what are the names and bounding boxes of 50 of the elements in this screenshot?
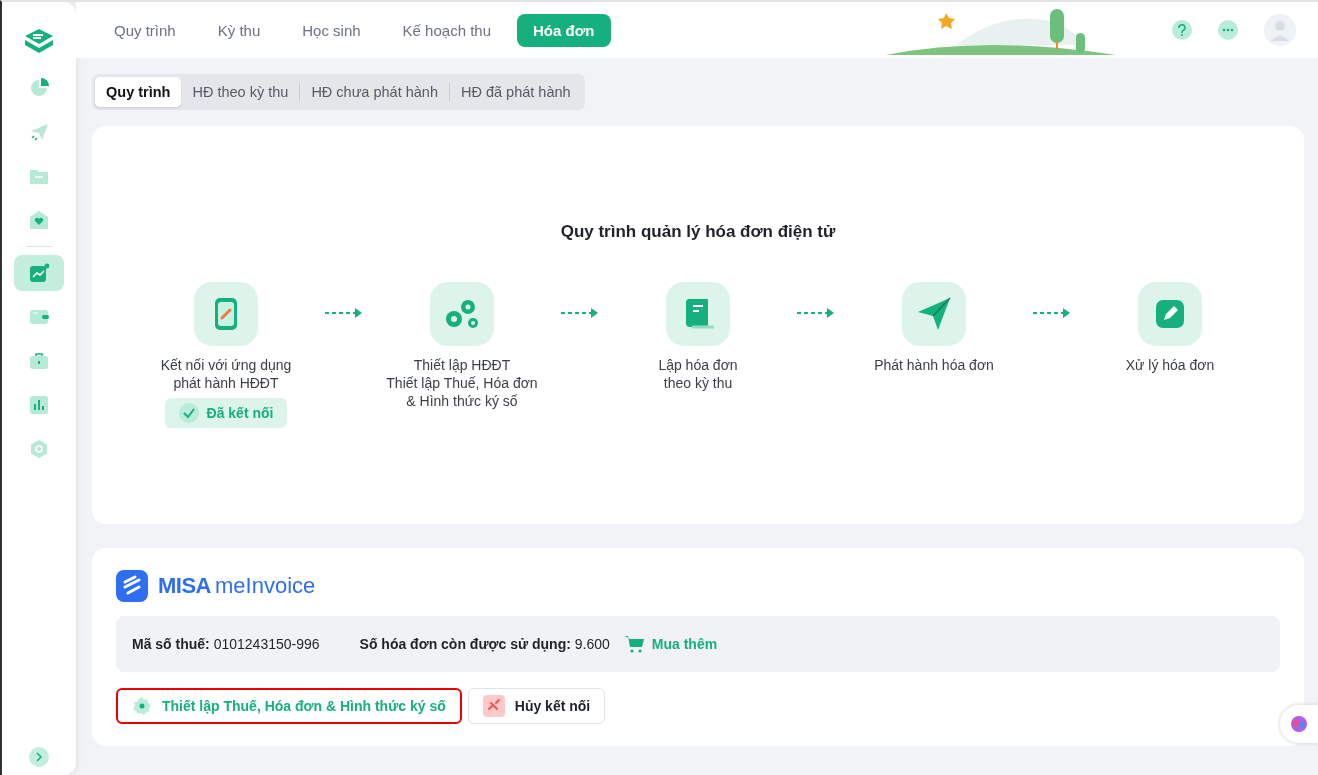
info-text: Mã số thuế: 0101243150-996 xyxy=(132,636,320,652)
sub-tab[interactable]: HĐ đã phát hành xyxy=(449,77,582,107)
step-icon xyxy=(194,282,258,346)
step-label: Thiết lập HĐĐT xyxy=(413,356,511,374)
connected-badge: Đã kết nối xyxy=(164,398,288,428)
settings-button[interactable]: Thiết lập Thuế, Hóa đơn & Hình thức ký số xyxy=(116,688,462,724)
step-label: Lập hóa đơn xyxy=(658,356,738,374)
gear-icon xyxy=(132,696,152,716)
step-icon xyxy=(902,282,966,346)
nav-tab[interactable]: Học sinh xyxy=(286,13,377,47)
step-label: & Hình thức ký số xyxy=(406,392,518,410)
help-icon[interactable] xyxy=(1172,20,1192,40)
more-icon[interactable] xyxy=(1218,20,1238,40)
step-icon xyxy=(1138,282,1202,346)
assistant-icon[interactable] xyxy=(1280,705,1318,743)
nav-tab[interactable]: Hóa đơn xyxy=(517,13,611,47)
sub-tab[interactable]: HĐ theo kỳ thu xyxy=(181,77,300,107)
step-label: Thiết lập Thuế, Hóa đơn xyxy=(386,374,538,392)
broken-link-icon xyxy=(482,695,505,717)
wallet-icon xyxy=(29,307,49,327)
step-label: phát hành HĐĐT xyxy=(173,374,279,392)
logo-product: meInvoice xyxy=(215,573,316,599)
paper-plane-icon xyxy=(29,122,49,142)
logo-brand: MISA xyxy=(158,573,211,599)
nav-tab[interactable]: Kỳ thu xyxy=(201,13,277,47)
cart-icon xyxy=(623,634,646,654)
info-text: Số hóa đơn còn được sử dụng: 9.600 xyxy=(359,636,610,652)
step-label: Xử lý hóa đơn xyxy=(1125,356,1215,374)
app-logo-icon xyxy=(22,26,56,54)
sidebar-item[interactable] xyxy=(14,255,64,291)
sub-tab[interactable]: Quy trình xyxy=(95,77,182,107)
chevron-right-icon xyxy=(34,752,44,762)
sub-tab[interactable]: HĐ chưa phát hành xyxy=(300,77,449,107)
disconnect-button[interactable]: Hủy kết nối xyxy=(467,688,606,724)
step-icon xyxy=(430,282,494,346)
trend-chart-icon xyxy=(29,263,49,283)
pie-chart-icon xyxy=(29,78,49,98)
step-label: Phát hành hóa đơn xyxy=(874,356,994,374)
briefcase-icon xyxy=(29,351,49,371)
process-title: Quy trình quản lý hóa đơn điện tử xyxy=(560,222,836,242)
expand-button[interactable] xyxy=(29,747,49,767)
nav-tab[interactable]: Quy trình xyxy=(98,13,192,47)
bar-chart-icon xyxy=(29,395,49,415)
house-heart-icon xyxy=(29,210,49,230)
step-label: Kết nối với ứng dụng xyxy=(160,356,292,374)
step-icon xyxy=(666,282,730,346)
logo-icon xyxy=(116,570,148,602)
step-label: theo kỳ thu xyxy=(663,374,733,392)
hexagon-icon xyxy=(29,439,49,459)
nav-tab[interactable]: Kế hoạch thu xyxy=(386,13,507,47)
